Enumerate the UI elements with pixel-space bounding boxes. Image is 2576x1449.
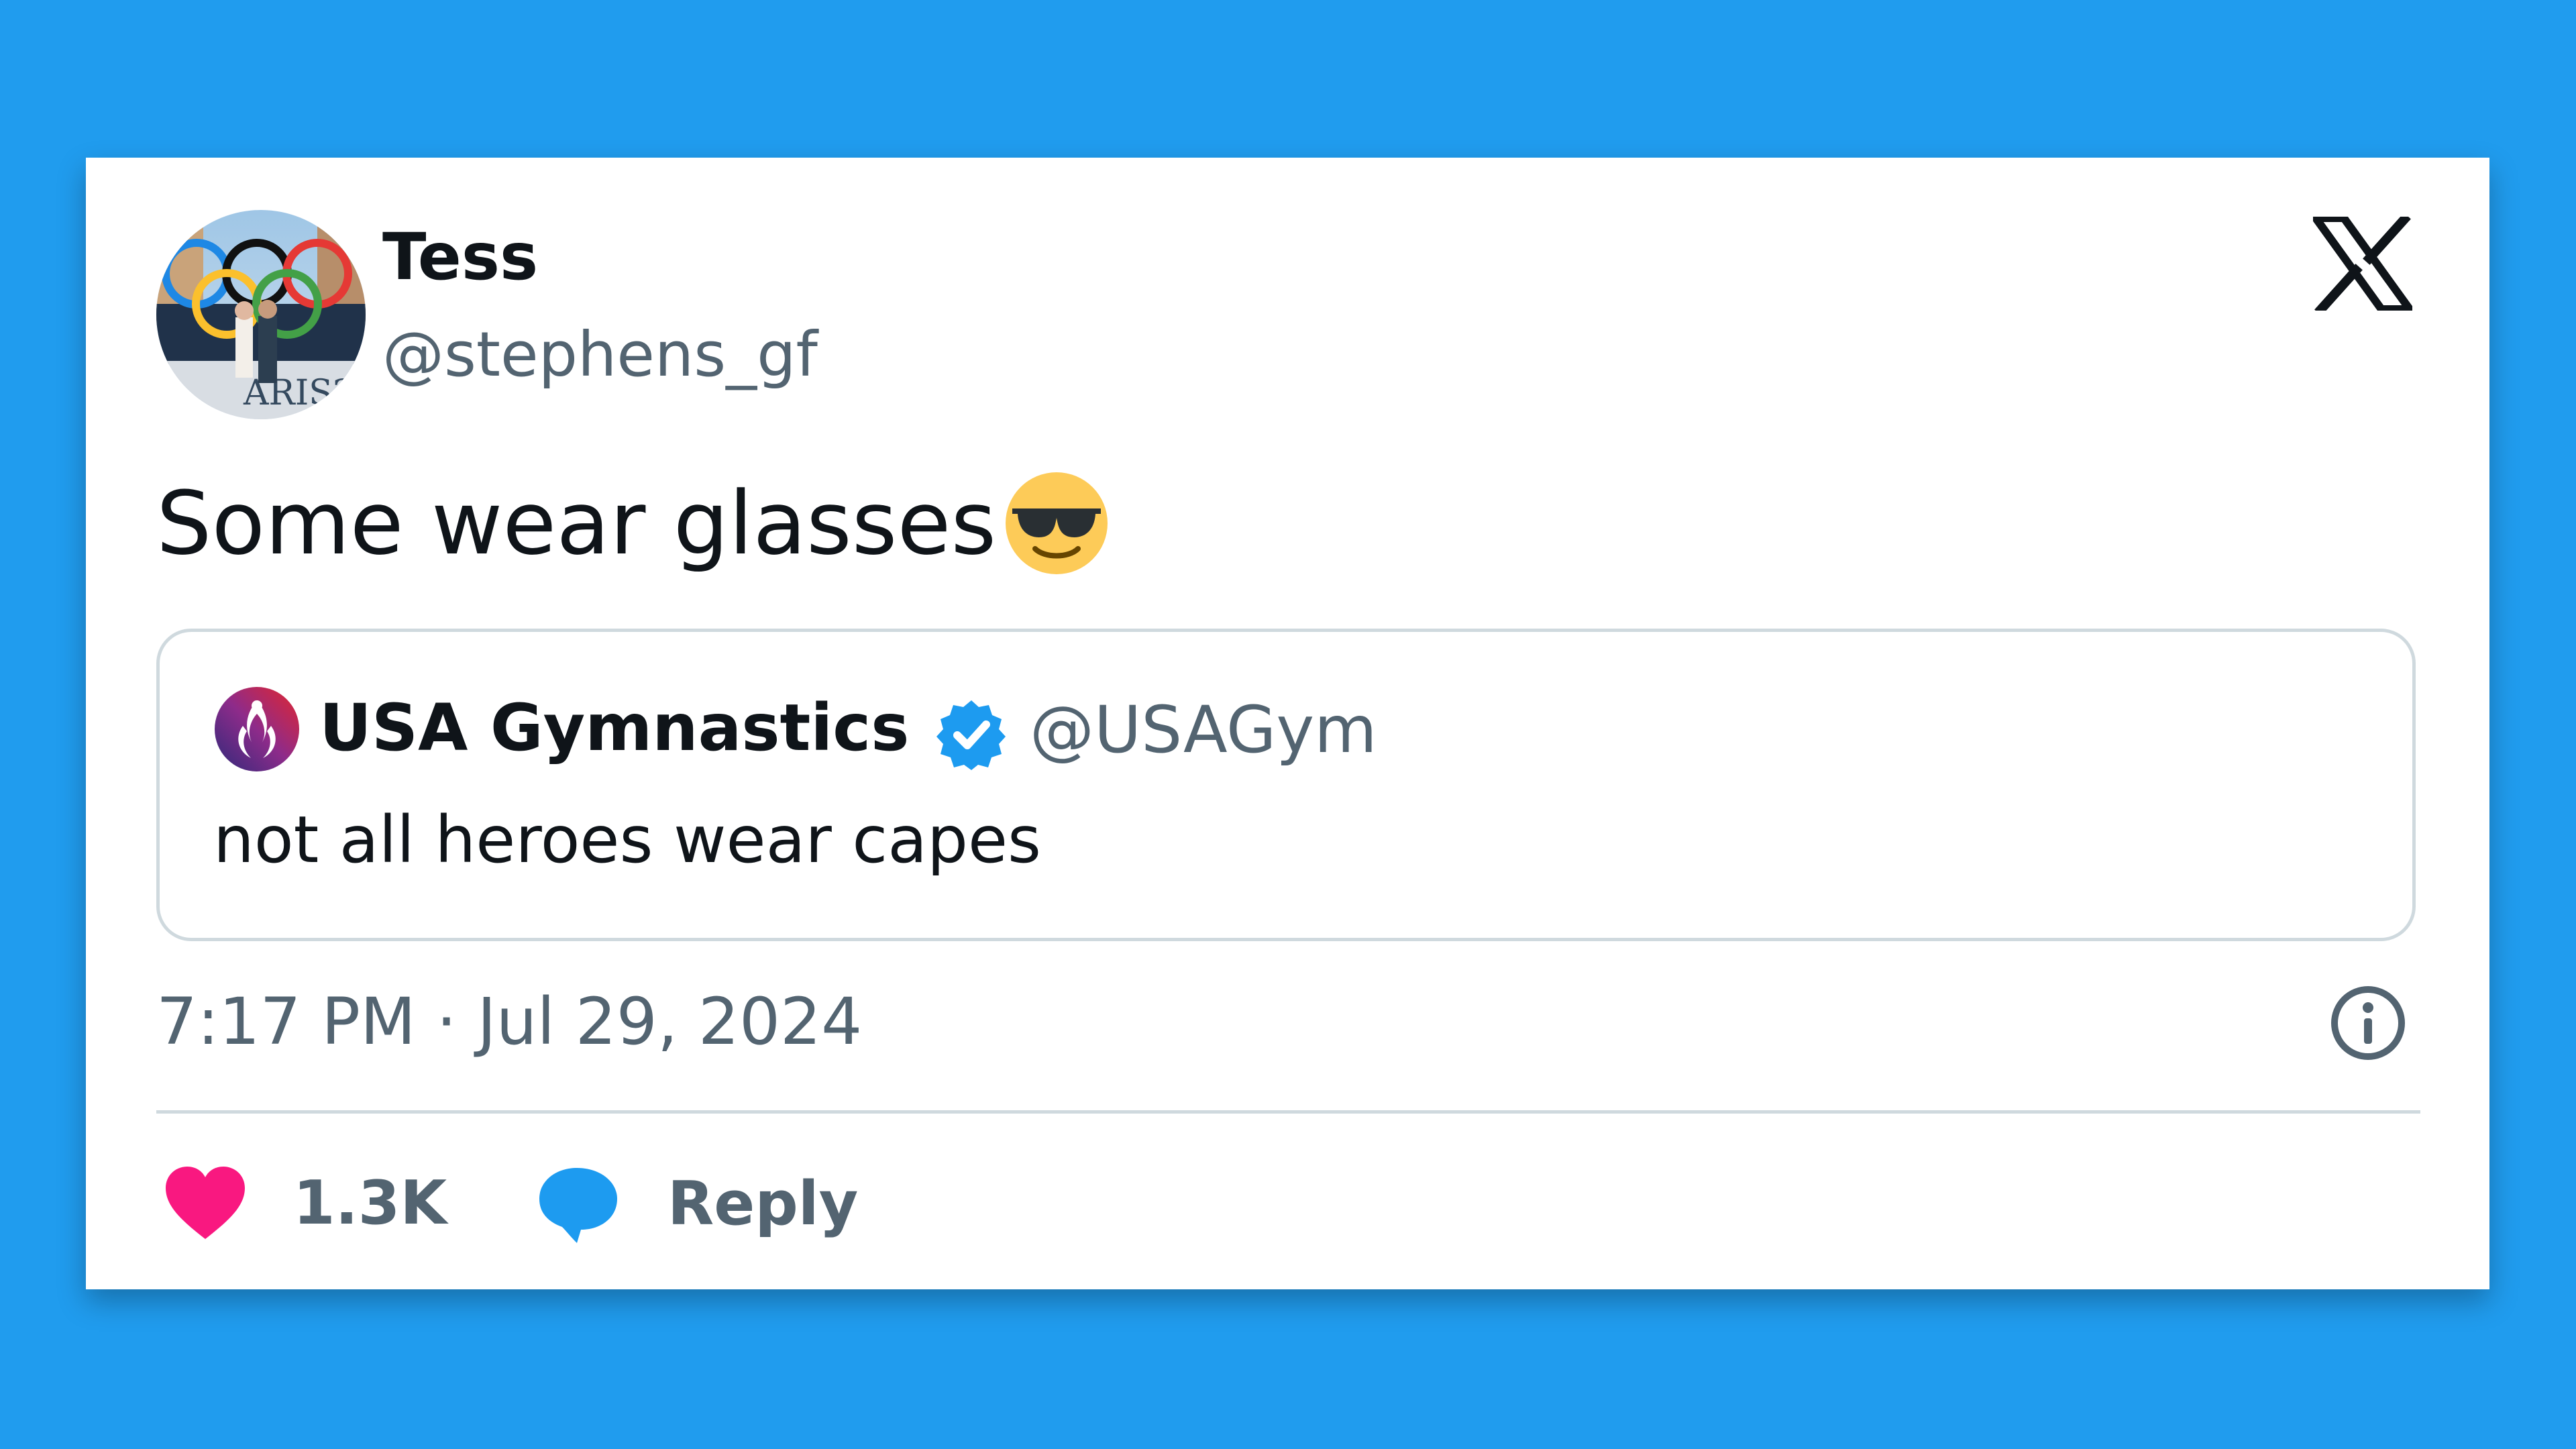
divider: [156, 1110, 2420, 1114]
quoted-display-name[interactable]: USA Gymnastics: [319, 696, 909, 760]
quoted-handle[interactable]: @USAGym: [1030, 698, 1377, 762]
usa-gymnastics-logo-icon[interactable]: [213, 686, 301, 773]
tweet-text-content: Some wear glasses: [156, 472, 997, 574]
quoted-tweet[interactable]: USA Gymnastics @USAGym not all heroes we…: [156, 629, 2416, 941]
author-display-name[interactable]: Tess: [382, 225, 538, 289]
info-icon[interactable]: [2330, 985, 2406, 1061]
x-logo-icon[interactable]: [2312, 213, 2414, 316]
background: ARIS20 Tess @stephens_gf Some wear glass…: [0, 0, 2576, 1449]
author-avatar[interactable]: ARIS20: [156, 210, 366, 419]
quoted-text: not all heroes wear capes: [213, 802, 1042, 877]
reply-button[interactable]: Reply: [537, 1164, 858, 1244]
reply-bubble-icon: [537, 1164, 621, 1244]
like-button[interactable]: 1.3K: [163, 1164, 447, 1243]
sunglasses-emoji-icon: [1003, 470, 1110, 577]
heart-icon: [163, 1164, 248, 1243]
tweet-card: ARIS20 Tess @stephens_gf Some wear glass…: [86, 158, 2489, 1289]
verified-badge-icon: [934, 698, 1008, 771]
reply-label: Reply: [667, 1169, 859, 1239]
tweet-text: Some wear glasses: [156, 470, 1110, 577]
tweet-timestamp[interactable]: 7:17 PM · Jul 29, 2024: [156, 989, 862, 1054]
like-count: 1.3K: [293, 1168, 447, 1238]
author-handle[interactable]: @stephens_gf: [382, 324, 818, 386]
